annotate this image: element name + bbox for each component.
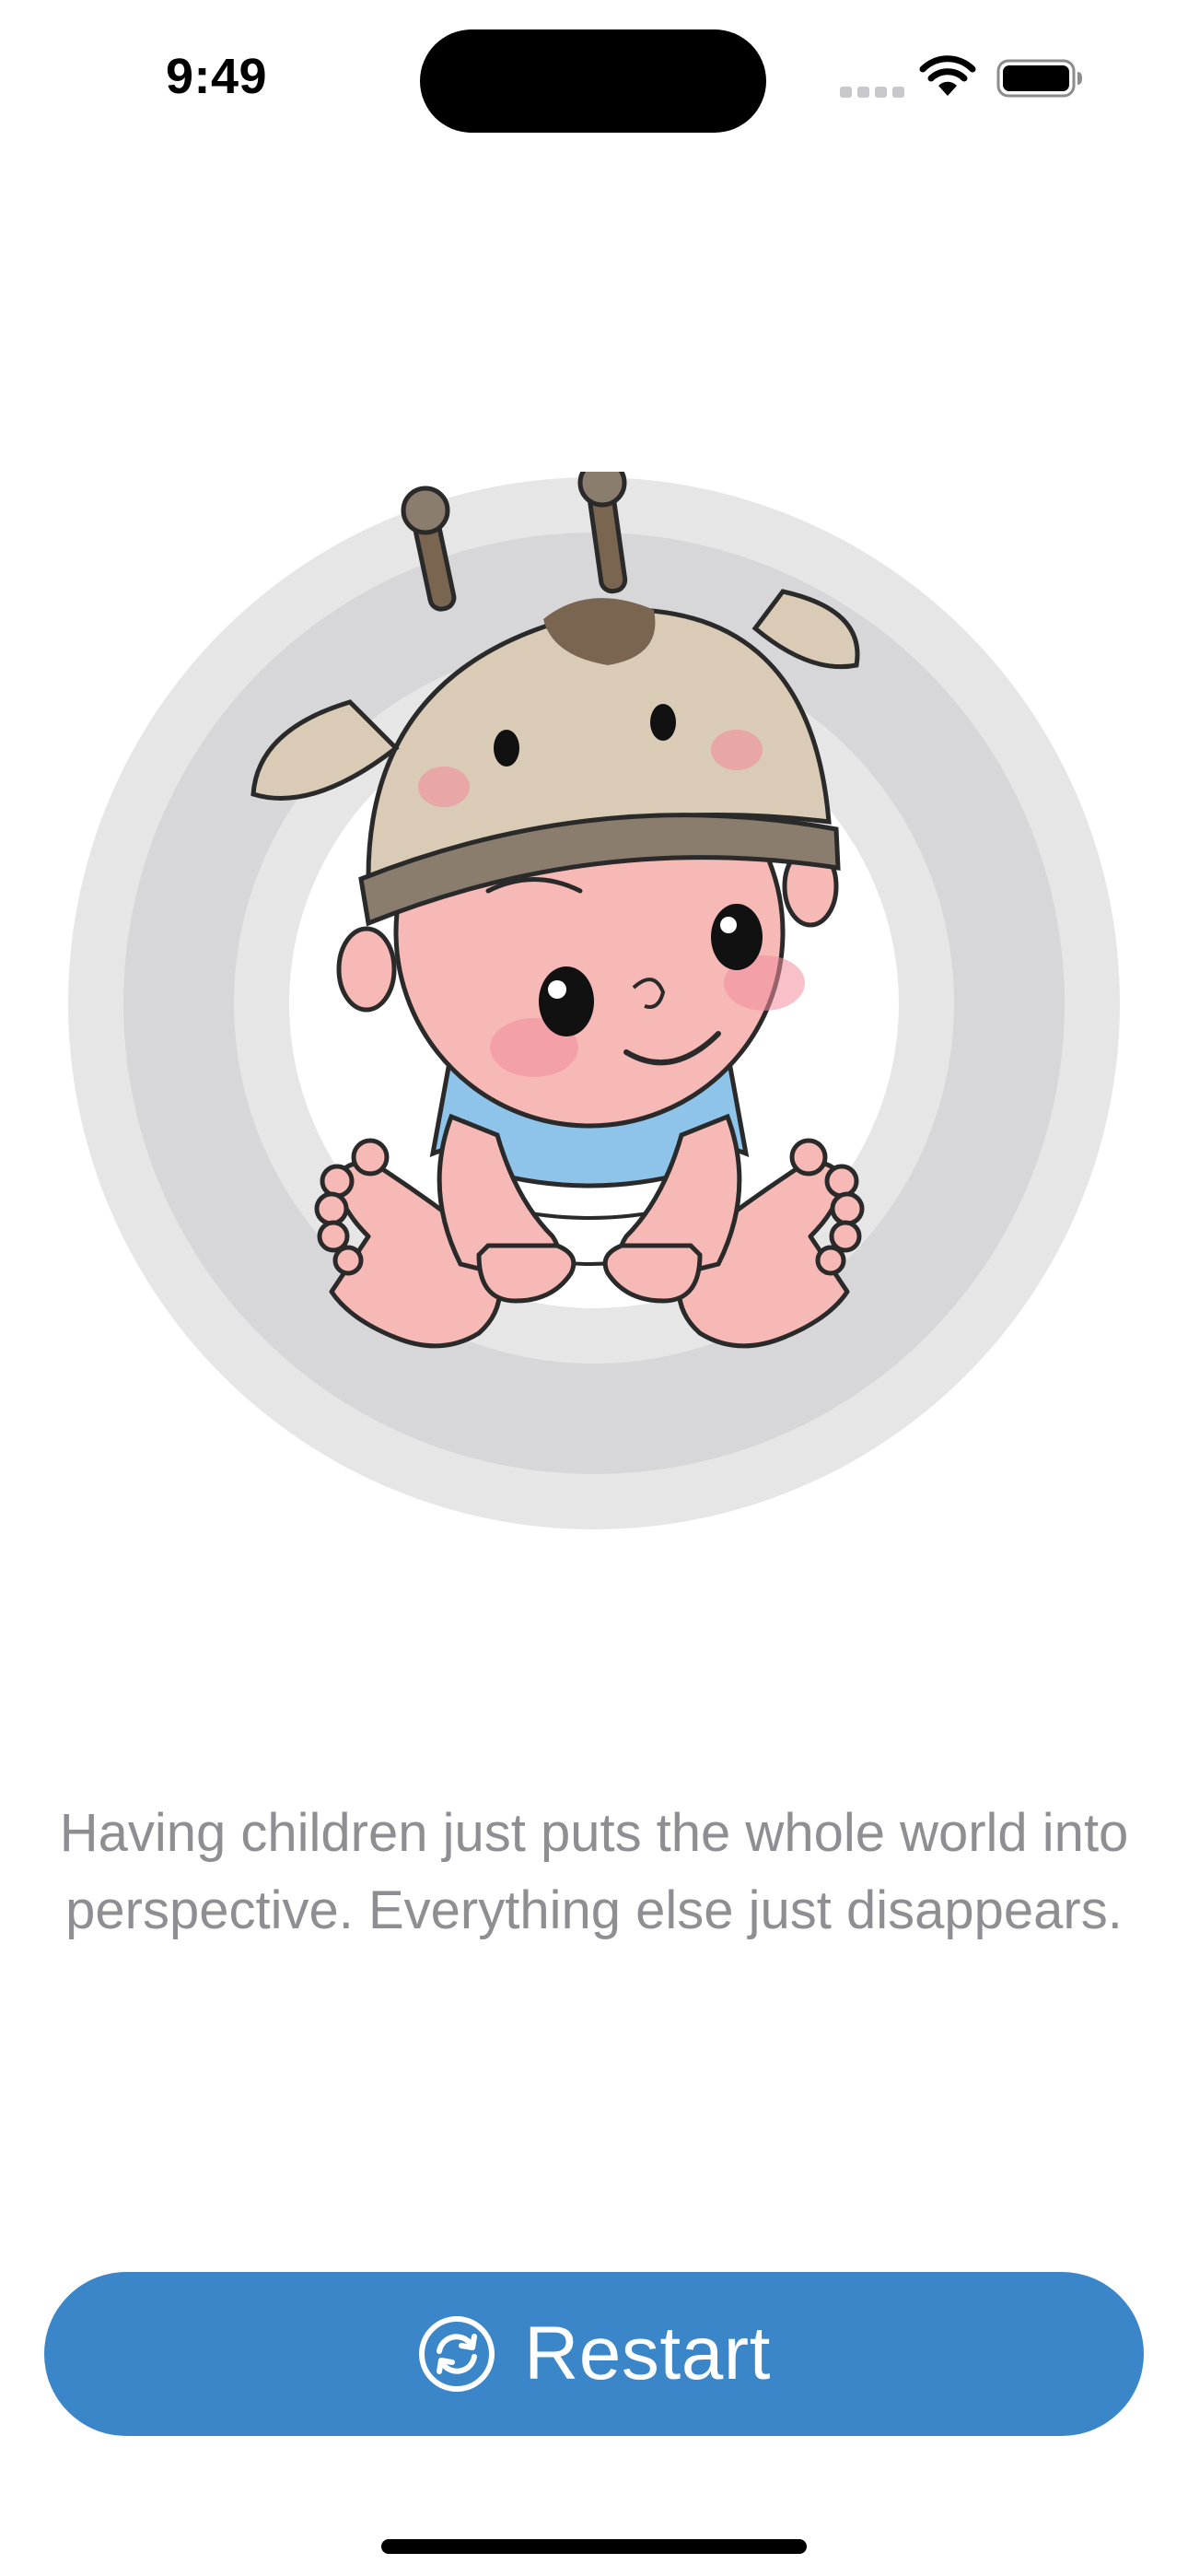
dynamic-island — [420, 29, 766, 133]
battery-icon — [996, 59, 1082, 98]
baby-illustration — [55, 472, 1124, 1540]
quote-text: Having children just puts the whole worl… — [59, 1803, 1129, 1940]
restart-button[interactable]: Restart — [44, 2272, 1144, 2436]
status-time: 9:49 — [166, 49, 268, 104]
baby-giraffe-hat-illustration — [250, 472, 865, 1349]
home-indicator[interactable] — [381, 2539, 807, 2554]
wifi-icon — [919, 55, 976, 96]
restart-button-label: Restart — [524, 2312, 771, 2395]
cellular-signal-icon — [840, 87, 904, 98]
refresh-icon — [419, 2316, 495, 2392]
